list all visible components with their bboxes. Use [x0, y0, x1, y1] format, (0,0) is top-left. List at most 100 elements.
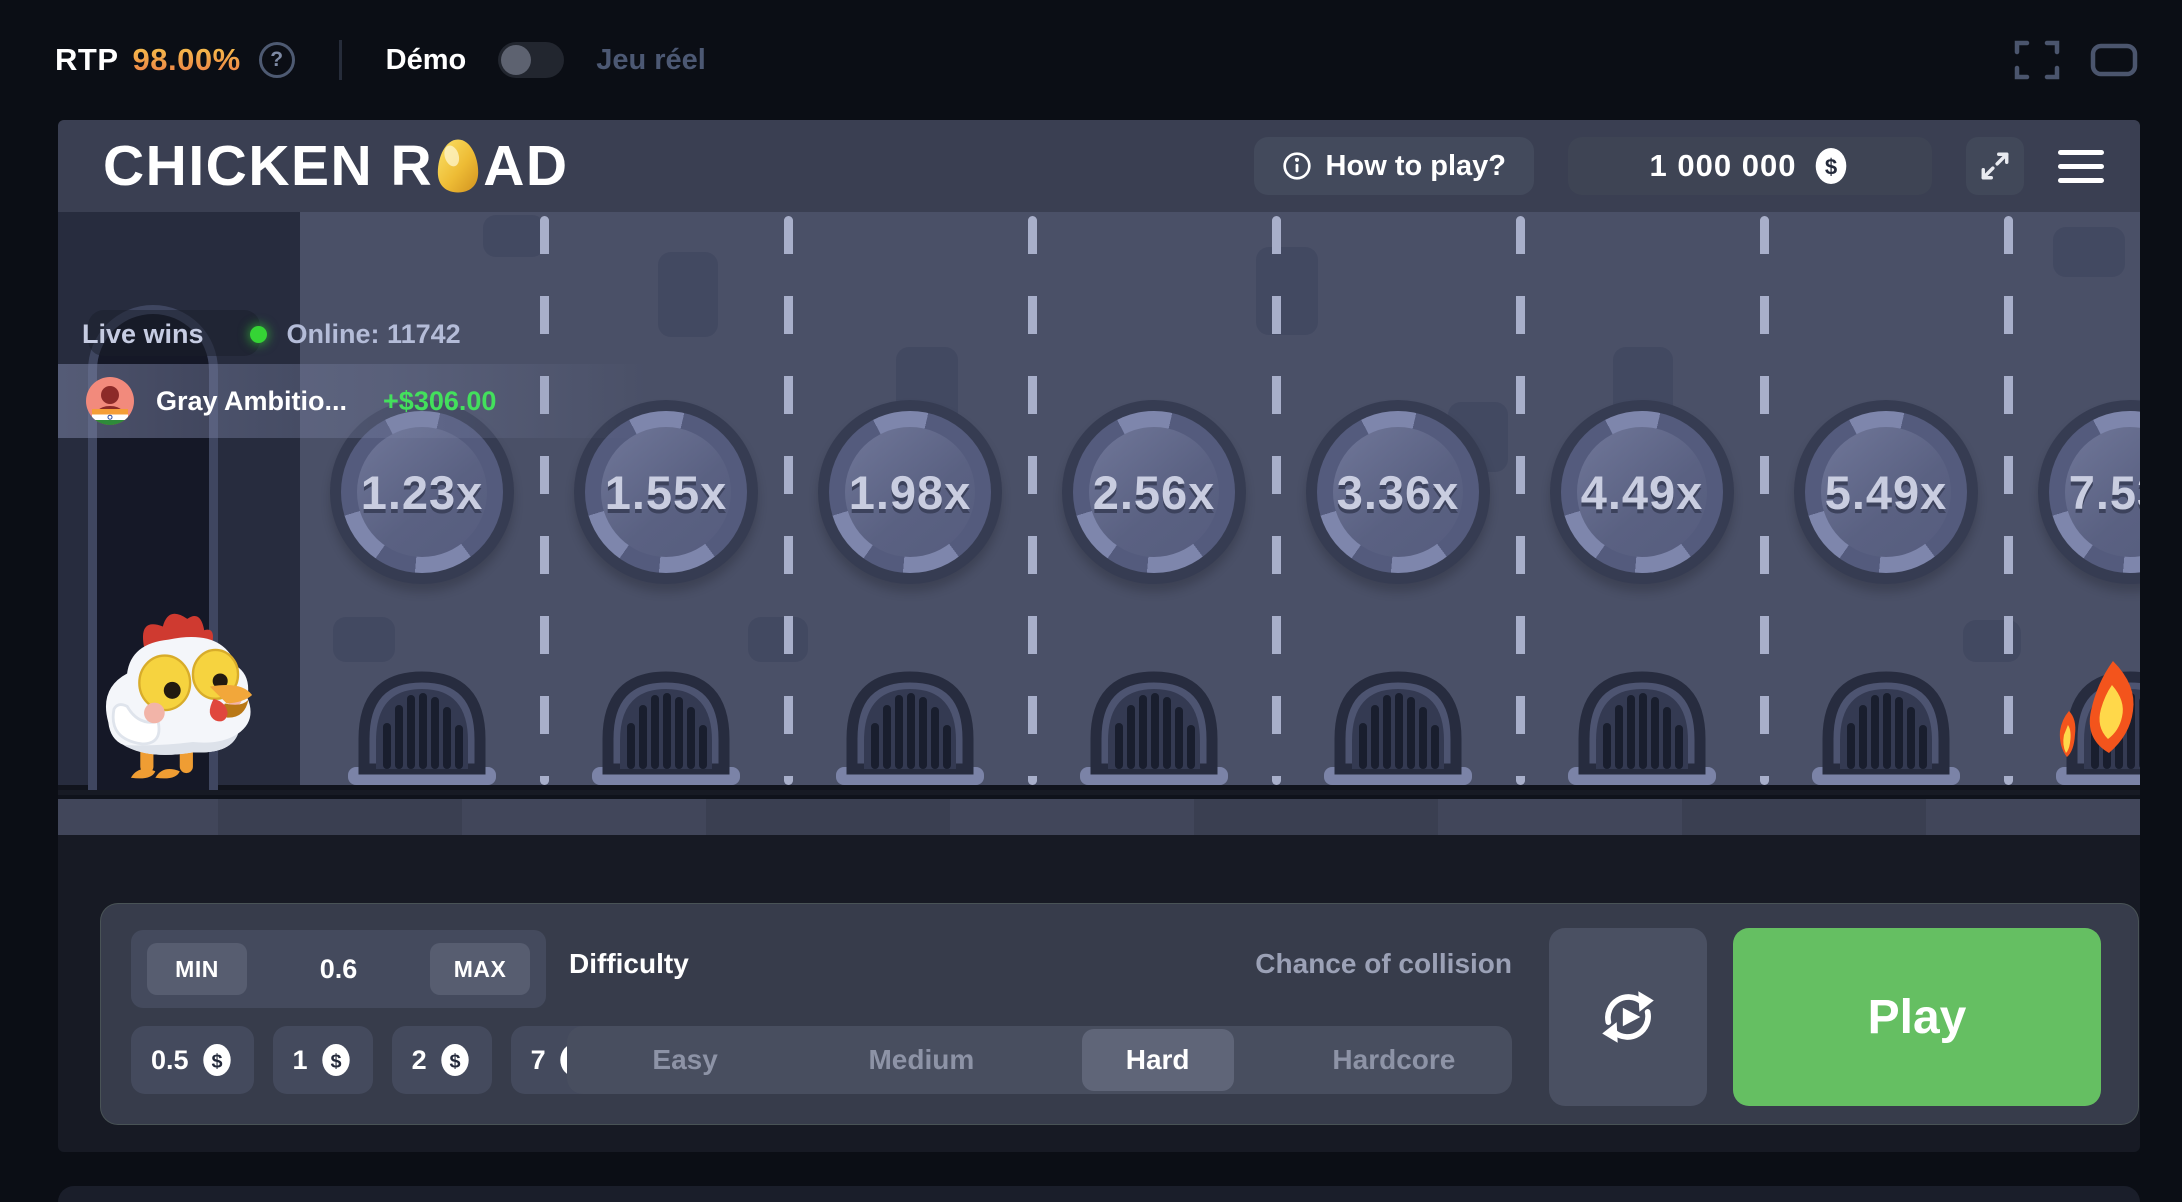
balance-value: 1 000 000 — [1650, 148, 1797, 184]
chicken-icon — [82, 602, 270, 790]
live-wins-bar: Live wins Online: 11742 — [58, 310, 461, 358]
rtp-group: RTP 98.00% ? Démo Jeu réel — [55, 0, 706, 120]
dollar-coin-icon: $ — [200, 1043, 234, 1077]
expand-button[interactable] — [1966, 137, 2024, 195]
quick-bet-value: 2 — [412, 1045, 427, 1076]
sewer-grate-icon — [586, 653, 746, 785]
min-bet-button[interactable]: MIN — [147, 943, 247, 995]
logo-text-left: CHICKEN R — [103, 133, 433, 199]
svg-text:$: $ — [330, 1051, 341, 1073]
quick-bet-value: 7 — [531, 1045, 546, 1076]
real-money-label: Jeu réel — [596, 44, 706, 77]
multiplier-label: 1.55x — [605, 465, 728, 520]
quick-bet-chip[interactable]: 0.5$ — [131, 1026, 254, 1094]
game-header: CHICKEN R AD How to pla — [58, 120, 2140, 212]
sewer-grate-icon — [830, 653, 990, 785]
player-avatar — [86, 377, 134, 425]
multiplier-token: 3.36x — [1306, 400, 1490, 584]
rtp-label: RTP — [55, 42, 119, 78]
quick-bet-value: 1 — [293, 1045, 308, 1076]
online-count: Online: 11742 — [287, 319, 461, 350]
window-controls — [2014, 0, 2138, 120]
lane: 1.23x — [300, 212, 544, 785]
help-icon[interactable]: ? — [259, 42, 295, 78]
svg-text:$: $ — [1825, 154, 1838, 179]
lane-divider-icon — [2004, 216, 2013, 785]
dollar-coin-icon: $ — [438, 1043, 472, 1077]
rtp-value: 98.00% — [133, 42, 241, 78]
balance-display: 1 000 000 $ — [1568, 137, 1932, 195]
expand-icon — [1979, 150, 2011, 182]
multiplier-token: 5.49x — [1794, 400, 1978, 584]
online-dot-icon — [250, 326, 267, 343]
difficulty-option-hard[interactable]: Hard — [1040, 1026, 1276, 1094]
collision-chance-label: Chance of collision — [567, 948, 1512, 980]
difficulty-option-easy[interactable]: Easy — [567, 1026, 803, 1094]
difficulty-option-label: Hardcore — [1288, 1029, 1499, 1091]
live-win-row: Gray Ambitio... +$306.00 — [58, 364, 678, 438]
control-panel: 0.6 MIN MAX 0.5$1$2$7$ Difficulty Chance… — [100, 903, 2139, 1125]
fullscreen-icon[interactable] — [2014, 39, 2060, 81]
lane-divider-icon — [784, 216, 793, 785]
svg-text:$: $ — [449, 1051, 460, 1073]
lane: 1.98x — [788, 212, 1032, 785]
live-wins-label: Live wins — [82, 319, 204, 350]
bet-amount-box: 0.6 MIN MAX — [131, 930, 546, 1008]
next-section-edge — [58, 1186, 2140, 1202]
play-button[interactable]: Play — [1733, 928, 2101, 1106]
toggle-knob — [501, 45, 531, 75]
svg-text:$: $ — [211, 1051, 222, 1073]
winner-name: Gray Ambitio... — [156, 386, 347, 417]
multiplier-label: 1.23x — [361, 465, 484, 520]
flame-icon — [2051, 659, 2140, 769]
multiplier-label: 3.36x — [1337, 465, 1460, 520]
difficulty-option-label: Medium — [824, 1029, 1018, 1091]
info-icon — [1282, 151, 1312, 181]
autoplay-button[interactable] — [1549, 928, 1707, 1106]
winner-amount: +$306.00 — [383, 386, 496, 417]
logo-text-right: AD — [483, 133, 568, 199]
max-bet-button[interactable]: MAX — [430, 943, 530, 995]
dollar-coin-icon: $ — [319, 1043, 353, 1077]
multiplier-label: 5.49x — [1825, 465, 1948, 520]
lane: 7.53x — [2008, 212, 2140, 785]
multiplier-token: 1.98x — [818, 400, 1002, 584]
game-logo: CHICKEN R AD — [103, 120, 569, 212]
multiplier-label: 4.49x — [1581, 465, 1704, 520]
difficulty-option-label: Hard — [1082, 1029, 1234, 1091]
lane-divider-icon — [540, 216, 549, 785]
how-to-play-button[interactable]: How to play? — [1254, 137, 1534, 195]
multiplier-label: 7.53x — [2069, 465, 2140, 520]
multiplier-label: 2.56x — [1093, 465, 1216, 520]
quick-bet-chip[interactable]: 2$ — [392, 1026, 492, 1094]
quick-bet-chip[interactable]: 1$ — [273, 1026, 373, 1094]
multiplier-token: 2.56x — [1062, 400, 1246, 584]
difficulty-option-hardcore[interactable]: Hardcore — [1276, 1026, 1512, 1094]
lane-divider-icon — [1028, 216, 1037, 785]
lane: 4.49x — [1520, 212, 1764, 785]
difficulty-option-label: Easy — [608, 1029, 761, 1091]
difficulty-option-medium[interactable]: Medium — [803, 1026, 1039, 1094]
quick-bet-chips: 0.5$1$2$7$ — [131, 1026, 611, 1094]
demo-real-toggle[interactable] — [498, 42, 564, 78]
lane: 3.36x — [1276, 212, 1520, 785]
sewer-grate-icon — [1562, 653, 1722, 785]
autoplay-icon — [1595, 984, 1661, 1050]
curb — [58, 795, 2140, 835]
demo-label: Démo — [386, 44, 467, 77]
menu-button[interactable] — [2058, 137, 2104, 195]
chicken-road-game-page: RTP 98.00% ? Démo Jeu réel 1.23x — [0, 0, 2182, 1202]
difficulty-segmented-control: Easy Medium Hard Hardcore — [567, 1026, 1512, 1094]
multiplier-label: 1.98x — [849, 465, 972, 520]
egg-icon — [435, 137, 481, 195]
multiplier-token: 4.49x — [1550, 400, 1734, 584]
sewer-grate-icon — [1074, 653, 1234, 785]
theater-mode-icon[interactable] — [2090, 43, 2138, 77]
sewer-grate-icon — [342, 653, 502, 785]
top-bar: RTP 98.00% ? Démo Jeu réel — [0, 0, 2182, 120]
lane: 2.56x — [1032, 212, 1276, 785]
lane-divider-icon — [1516, 216, 1525, 785]
sewer-grate-icon — [1806, 653, 1966, 785]
divider — [339, 40, 342, 80]
lane-divider-icon — [1760, 216, 1769, 785]
